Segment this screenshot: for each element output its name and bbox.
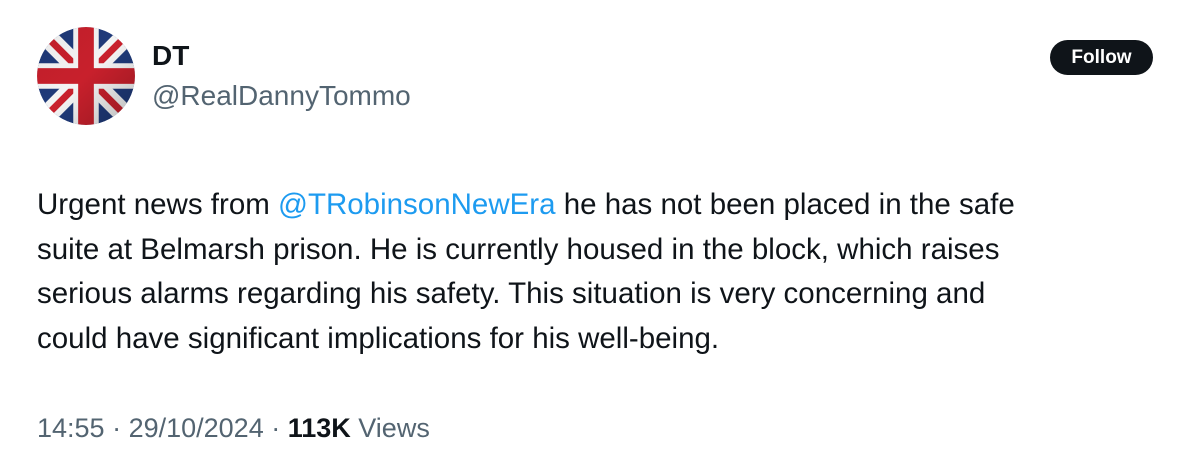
tweet-time[interactable]: 14:55 — [37, 413, 105, 443]
tweet-text-segment: Urgent news from — [37, 188, 278, 221]
union-jack-flag-icon — [37, 27, 135, 125]
user-handle[interactable]: @RealDannyTommo — [152, 79, 411, 113]
tweet-date[interactable]: 29/10/2024 — [129, 413, 264, 443]
tweet-text: Urgent news from @TRobinsonNewEra he has… — [37, 183, 1157, 361]
tweet-line: could have significant implications for … — [37, 321, 720, 355]
mention-link[interactable]: @TRobinsonNewEra — [278, 188, 556, 221]
display-name[interactable]: DT — [152, 40, 189, 72]
tweet-line: suite at Belmarsh prison. He is currentl… — [37, 232, 1000, 266]
tweet-meta: 14:55 · 29/10/2024 · 113K Views — [37, 412, 430, 444]
follow-button[interactable]: Follow — [1050, 40, 1153, 75]
meta-separator: · — [104, 413, 129, 443]
avatar[interactable] — [37, 27, 135, 125]
tweet-card: DT @RealDannyTommo Follow Urgent news fr… — [0, 0, 1200, 476]
tweet-line: Urgent news from @TRobinsonNewEra he has… — [37, 183, 1157, 228]
tweet-line: serious alarms regarding his safety. Thi… — [37, 277, 986, 310]
views-count: 113K — [287, 413, 351, 443]
tweet-text-segment: he has not been placed in the safe — [555, 188, 1015, 221]
meta-separator: · — [263, 413, 288, 443]
views-label: Views — [350, 413, 430, 443]
